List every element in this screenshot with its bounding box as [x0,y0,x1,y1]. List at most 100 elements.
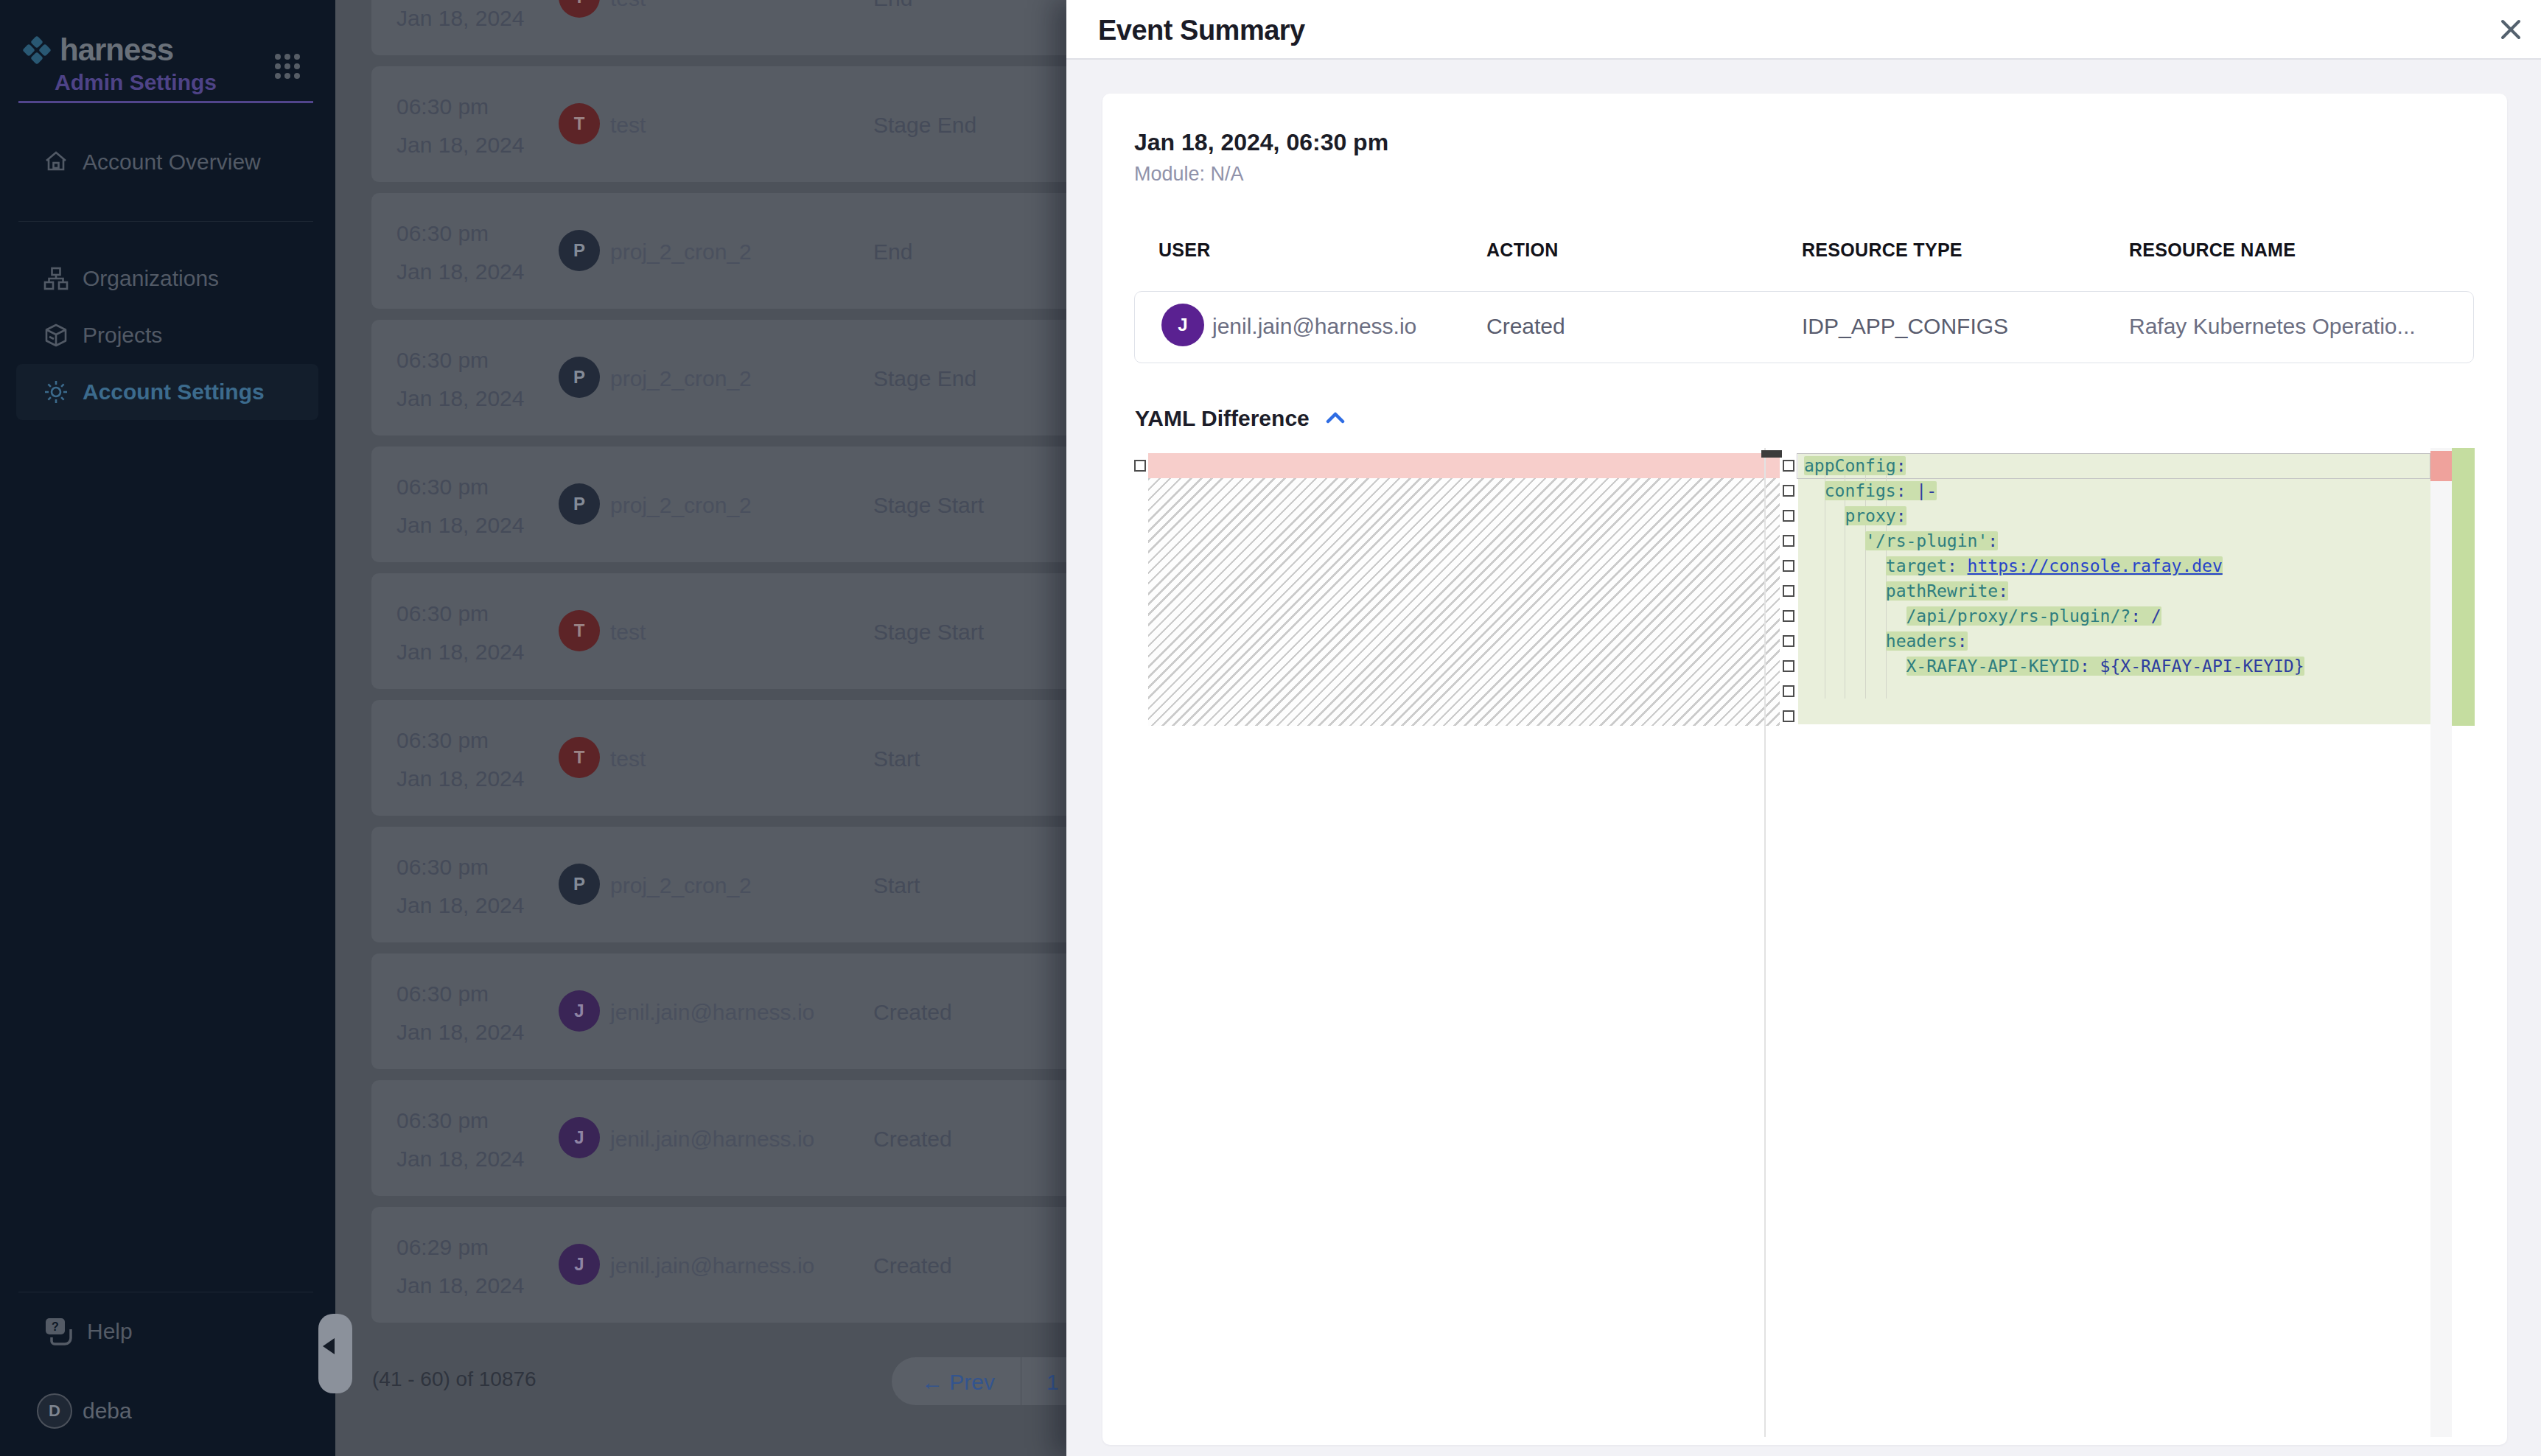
col-header-action: ACTION [1486,239,1559,261]
audit-time: 06:30 pm [396,1108,489,1133]
audit-user-avatar: P [559,483,600,525]
yaml-code: appConfig:configs: |-proxy:'/rs-plugin':… [1804,453,2304,679]
sidebar-item-account-overview[interactable]: Account Overview [16,134,318,190]
sidebar-item-organizations[interactable]: Organizations [16,251,318,307]
audit-date: Jan 18, 2024 [396,893,524,918]
help-chat-icon: ? [43,1315,75,1348]
pagination-range: (41 - 60) of 10876 [372,1368,536,1391]
event-resource-name: Rafay Kubernetes Operatio... [2129,314,2416,339]
diff-gutter-box [1783,710,1794,722]
audit-user-name: test [610,620,646,645]
brand-wordmark: harness [60,32,173,68]
audit-user-avatar: T [559,0,600,18]
gear-icon [43,379,69,405]
diff-splitter[interactable] [1764,448,1766,1437]
svg-text:?: ? [52,1320,59,1333]
col-header-user: USER [1158,239,1211,261]
audit-time: 06:30 pm [396,855,489,880]
diff-gutter-box [1783,685,1794,697]
event-datetime: Jan 18, 2024, 06:30 pm [1134,129,1388,156]
chevron-up-icon [1326,411,1345,424]
audit-time: 06:30 pm [396,94,489,119]
audit-user-avatar: J [559,990,600,1032]
diff-removed-line [1148,453,1780,478]
diff-gutter-box [1783,535,1794,547]
page-number-button[interactable]: 1 [1046,1370,1059,1395]
audit-date: Jan 18, 2024 [396,766,524,791]
audit-date: Jan 18, 2024 [396,259,524,284]
diff-gutter-box [1783,610,1794,622]
modal-title: Event Summary [1098,15,1305,46]
event-module: Module: N/A [1134,163,1244,186]
audit-user-avatar: P [559,357,600,398]
audit-action: Start [873,746,920,771]
diff-gutter-box [1783,585,1794,597]
sidebar-item-label: Projects [83,323,162,348]
modal-header: Event Summary [1066,0,2541,60]
audit-user-name: test [610,746,646,771]
audit-action: Created [873,1253,952,1278]
sidebar: harness Admin Settings Account Overview O… [0,0,335,1456]
diff-gutter-box [1783,510,1794,522]
audit-user-name: proj_2_cron_2 [610,493,752,518]
sidebar-item-help[interactable]: ? Help [43,1315,133,1348]
diff-ruler-added-mark [2452,448,2475,726]
audit-user-avatar: T [559,737,600,778]
diff-gutter-box [1783,635,1794,647]
audit-action: Stage Start [873,620,984,645]
module-label: Admin Settings [55,70,217,95]
sidebar-collapse-handle[interactable] [318,1314,352,1393]
audit-time: 06:30 pm [396,981,489,1007]
audit-action: Created [873,1000,952,1025]
diff-gutter-box [1783,460,1794,472]
audit-action: End [873,0,912,11]
audit-user-avatar: P [559,864,600,905]
harness-admin-screen: 06:30 pm Jan 18, 2024 Ttest End 06:30 pm Jan … [0,0,2541,1456]
audit-action: Stage End [873,366,976,391]
diff-empty-region [1148,478,1780,726]
audit-user-name: jenil.jain@harness.io [610,1253,814,1278]
user-avatar: D [37,1393,72,1429]
sidebar-item-projects[interactable]: Projects [16,307,318,363]
col-header-resource-name: RESOURCE NAME [2129,239,2296,261]
sidebar-user[interactable]: D deba [37,1393,132,1429]
audit-date: Jan 18, 2024 [396,133,524,158]
app-grid-icon[interactable] [273,52,302,81]
audit-user-name: jenil.jain@harness.io [610,1127,814,1152]
event-user: jenil.jain@harness.io [1212,314,1416,339]
audit-date: Jan 18, 2024 [396,1273,524,1298]
diff-splitter-handle[interactable] [1761,450,1782,458]
audit-date: Jan 18, 2024 [396,1147,524,1172]
yaml-difference-toggle[interactable]: YAML Difference [1135,406,1345,431]
audit-user-name: proj_2_cron_2 [610,873,752,898]
audit-date: Jan 18, 2024 [396,640,524,665]
close-icon[interactable] [2499,18,2523,41]
diff-gutter-box [1783,560,1794,572]
audit-user-avatar: J [559,1117,600,1158]
audit-action: Start [873,873,920,898]
audit-date: Jan 18, 2024 [396,386,524,411]
audit-user-avatar: T [559,610,600,651]
audit-user-name: test [610,0,646,11]
event-user-avatar: J [1161,304,1204,346]
help-label: Help [87,1319,133,1344]
audit-action: Stage Start [873,493,984,518]
sidebar-divider [18,221,313,222]
home-icon [43,149,69,175]
diff-scrollbar[interactable] [2430,448,2452,1437]
audit-user-name: proj_2_cron_2 [610,366,752,391]
event-summary-card: Jan 18, 2024, 06:30 pm Module: N/A USER … [1102,94,2507,1445]
diff-gutter-box [1134,460,1146,472]
event-action: Created [1486,314,1565,339]
event-resource-type: IDP_APP_CONFIGS [1802,314,2008,339]
sidebar-item-label: Account Settings [83,379,265,405]
audit-time: 06:30 pm [396,221,489,246]
prev-page-button[interactable]: ← Prev [921,1370,995,1395]
audit-date: Jan 18, 2024 [396,513,524,538]
audit-action: Stage End [873,113,976,138]
audit-date: Jan 18, 2024 [396,1020,524,1045]
audit-time: 06:30 pm [396,728,489,753]
diff-ruler-removed-mark [2430,451,2452,481]
sidebar-item-account-settings[interactable]: Account Settings [16,364,318,420]
sidebar-item-label: Organizations [83,266,219,291]
